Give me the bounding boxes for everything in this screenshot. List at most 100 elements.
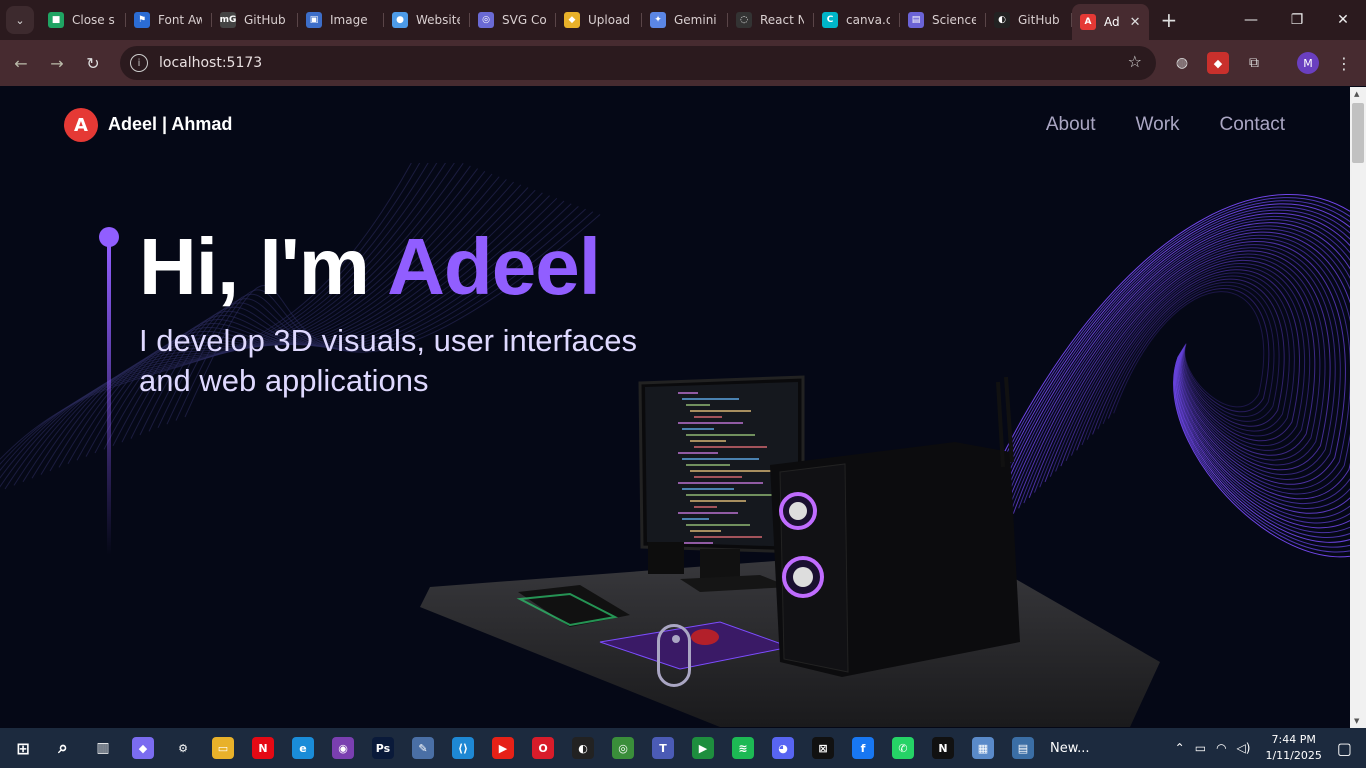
tab-active[interactable]: A Ad ✕ <box>1072 4 1149 40</box>
show-hidden-icons-icon[interactable]: ⌃ <box>1175 741 1185 755</box>
wifi-icon[interactable]: ◠ <box>1216 741 1226 755</box>
hero-vertical-line <box>99 227 119 555</box>
github-icon[interactable]: ◐ <box>566 731 600 765</box>
code-line <box>678 422 743 424</box>
browser-tab[interactable]: Ccanva.c <box>814 4 900 36</box>
scroll-down-icon[interactable]: ▼ <box>1354 717 1359 725</box>
browser-menu-icon[interactable]: ⋮ <box>1333 52 1355 74</box>
scroll-up-icon[interactable]: ▲ <box>1354 90 1359 98</box>
tab-label: GitHub <box>1018 13 1060 27</box>
close-tab-icon[interactable]: ✕ <box>1130 15 1141 30</box>
code-line <box>694 416 722 418</box>
tab-label: Ad <box>1104 15 1120 29</box>
start-button[interactable]: ⊞ <box>6 731 40 765</box>
browser-tab[interactable]: ▤ Science <box>900 4 986 36</box>
browser-tab[interactable]: ✦ Gemini <box>642 4 728 36</box>
code-line <box>678 392 698 394</box>
capcut-icon[interactable]: ⊠ <box>806 731 840 765</box>
scrollbar-thumb[interactable] <box>1352 103 1364 163</box>
spotify-icon-glyph: ≋ <box>732 737 754 759</box>
address-bar[interactable]: i localhost:5173 ☆ <box>120 46 1156 80</box>
photos-icon[interactable]: ▦ <box>966 731 1000 765</box>
tab-favicon-icon: ▤ <box>908 12 924 28</box>
news-icon[interactable]: ▤ <box>1006 731 1040 765</box>
facebook-icon[interactable]: f <box>846 731 880 765</box>
tab-favicon-icon: ▣ <box>306 12 322 28</box>
back-button[interactable]: ← <box>4 46 38 80</box>
page-scrollbar[interactable]: ▲ ▼ <box>1350 87 1366 728</box>
github-desktop-icon[interactable]: ◉ <box>326 731 360 765</box>
red-extension-icon[interactable]: ◆ <box>1207 52 1229 74</box>
vscode-icon-glyph: ⟨⟩ <box>452 737 474 759</box>
volume-icon[interactable]: ◁) <box>1237 741 1251 755</box>
new-tab-button[interactable]: + <box>1161 8 1178 32</box>
teams-icon[interactable]: T <box>646 731 680 765</box>
code-line <box>694 506 717 508</box>
file-explorer-icon[interactable]: ▭ <box>206 731 240 765</box>
notifications-icon[interactable]: ▢ <box>1337 739 1352 758</box>
wave-line <box>960 200 1350 567</box>
settings-icon[interactable]: ⚙ <box>166 731 200 765</box>
netflix2-icon[interactable]: N <box>926 731 960 765</box>
youtube-icon-glyph: ▶ <box>492 737 514 759</box>
scroll-indicator[interactable] <box>657 624 691 687</box>
whatsapp-icon[interactable]: ✆ <box>886 731 920 765</box>
close-window-button[interactable]: ✕ <box>1320 0 1366 40</box>
browser-tab[interactable]: ⚑ Font Aw <box>126 4 212 36</box>
site-info-icon[interactable]: i <box>130 54 148 72</box>
forward-button[interactable]: → <box>40 46 74 80</box>
browser-tab[interactable]: ▣ Image <box>298 4 384 36</box>
tab-label: Image <box>330 13 368 27</box>
news-widget-label[interactable]: New... <box>1050 741 1090 756</box>
meet-icon[interactable]: ▶ <box>686 731 720 765</box>
paint-icon[interactable]: ✎ <box>406 731 440 765</box>
task-view-icon[interactable]: ▥ <box>86 731 120 765</box>
spotify-icon[interactable]: ≋ <box>726 731 760 765</box>
minimize-button[interactable]: — <box>1228 0 1274 40</box>
browser-tab[interactable]: ◌ React N <box>728 4 814 36</box>
code-line <box>682 398 739 400</box>
site-logo[interactable]: A <box>64 108 98 142</box>
nav-links: About Work Contact <box>1046 114 1285 136</box>
netflix-icon[interactable]: N <box>246 731 280 765</box>
clock[interactable]: 7:44 PM 1/11/2025 <box>1265 732 1321 764</box>
browser-tab[interactable]: ◆ Upload <box>556 4 642 36</box>
wave-line <box>965 203 1350 562</box>
photos-icon-glyph: ▦ <box>972 737 994 759</box>
browser-tab[interactable]: mG GitHub <box>212 4 298 36</box>
profile-avatar[interactable]: M <box>1297 52 1319 74</box>
browser-tab[interactable]: ● Website <box>384 4 470 36</box>
youtube-icon[interactable]: ▶ <box>486 731 520 765</box>
search-icon[interactable]: ⌕ <box>46 731 80 765</box>
browser-tab[interactable]: ■ Close s <box>40 4 126 36</box>
site-navbar: A Adeel | Ahmad About Work Contact <box>0 87 1350 163</box>
edge-icon[interactable]: e <box>286 731 320 765</box>
opera-icon[interactable]: O <box>526 731 560 765</box>
site-brand[interactable]: Adeel | Ahmad <box>108 114 232 135</box>
extensions-puzzle-icon[interactable]: ⧉ <box>1243 52 1265 74</box>
tab-search-button[interactable]: ⌄ <box>6 6 34 34</box>
code-line <box>682 518 709 520</box>
photoshop-icon[interactable]: Ps <box>366 731 400 765</box>
nav-link-about[interactable]: About <box>1046 114 1096 136</box>
code-line <box>686 464 730 466</box>
browser-tab[interactable]: ◐ GitHub <box>986 4 1072 36</box>
nav-link-work[interactable]: Work <box>1136 114 1180 136</box>
restore-button[interactable]: ❐ <box>1274 0 1320 40</box>
bookmark-star-icon[interactable]: ☆ <box>1128 52 1142 71</box>
tab-label: canva.c <box>846 13 890 27</box>
copilot-icon[interactable]: ◆ <box>126 731 160 765</box>
nav-link-contact[interactable]: Contact <box>1220 114 1285 136</box>
browser-tab[interactable]: ◎ SVG Co <box>470 4 556 36</box>
tab-favicon-icon: mG <box>220 12 236 28</box>
tab-label: GitHub <box>244 13 286 27</box>
url-text[interactable]: localhost:5173 <box>159 55 262 71</box>
discord-icon[interactable]: ◕ <box>766 731 800 765</box>
teams-icon-glyph: T <box>652 737 674 759</box>
chrome-icon[interactable]: ◎ <box>606 731 640 765</box>
monitor-stand <box>700 549 740 579</box>
reload-button[interactable]: ↻ <box>76 46 110 80</box>
globe-extension-icon[interactable]: ◍ <box>1171 52 1193 74</box>
vscode-icon[interactable]: ⟨⟩ <box>446 731 480 765</box>
battery-icon[interactable]: ▭ <box>1195 741 1206 755</box>
